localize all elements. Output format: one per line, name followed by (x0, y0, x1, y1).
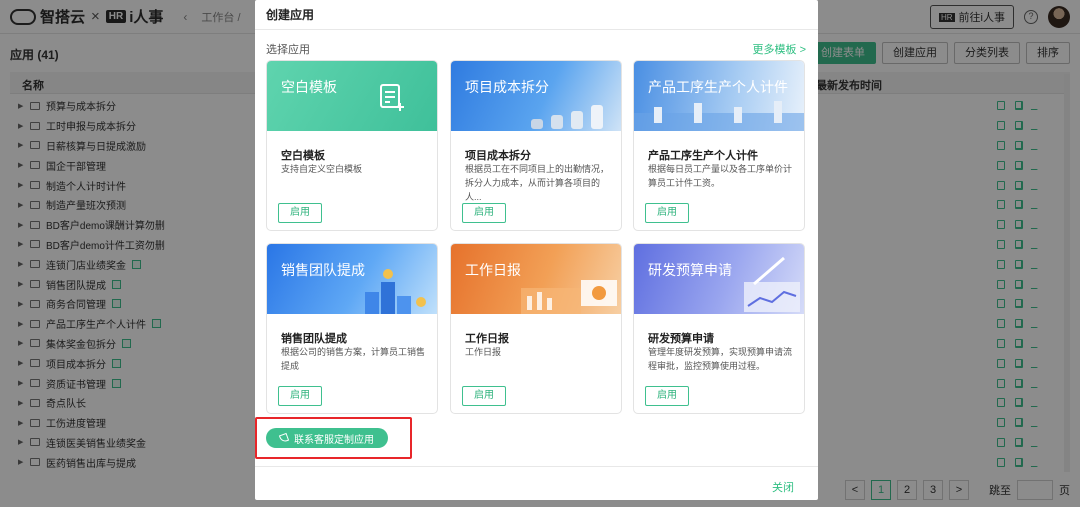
close-button[interactable]: 关闭 (772, 479, 794, 495)
card-description: 根据每日员工产量以及各工序单价计算员工计件工资。 (648, 164, 793, 188)
use-button[interactable]: 启用 (462, 386, 506, 406)
more-templates-link[interactable]: 更多模板 > (753, 41, 806, 57)
use-button[interactable]: 启用 (645, 386, 689, 406)
template-card-rd-budget[interactable]: 研发预算申请 研发预算申请 管理年度研发预算，实现预算申请流程审批，监控预算使用… (633, 243, 805, 414)
card-banner: 项目成本拆分 (451, 61, 621, 131)
card-banner-title: 空白模板 (281, 79, 337, 95)
card-banner-title: 销售团队提成 (281, 262, 365, 278)
dialog-title: 创建应用 (255, 0, 818, 30)
card-name: 空白模板 (281, 150, 325, 162)
card-description: 工作日报 (465, 347, 502, 357)
use-button[interactable]: 启用 (462, 203, 506, 223)
card-name: 研发预算申请 (648, 333, 714, 345)
pen-chart-icon (744, 256, 800, 312)
template-card-blank[interactable]: 空白模板 空白模板 支持自定义空白模板 启用 (266, 60, 438, 231)
card-name: 工作日报 (465, 333, 509, 345)
card-name: 产品工序生产个人计件 (648, 150, 758, 162)
use-button[interactable]: 启用 (278, 203, 322, 223)
section-label: 选择应用 (266, 44, 310, 56)
template-card-project-cost[interactable]: 项目成本拆分 项目成本拆分 根据员工在不同项目上的出勤情况，拆分人力成本，从而计… (450, 60, 622, 231)
card-banner: 产品工序生产个人计件 (634, 61, 804, 131)
card-name: 项目成本拆分 (465, 150, 531, 162)
use-button[interactable]: 启用 (645, 203, 689, 223)
card-description: 根据员工在不同项目上的出勤情况，拆分人力成本，从而计算各项目的人... (465, 164, 610, 202)
card-description: 根据公司的销售方案，计算员工销售提成 (281, 347, 426, 371)
card-banner-title: 研发预算申请 (648, 262, 732, 278)
factory-icon (634, 101, 804, 131)
card-banner-title: 产品工序生产个人计件 (648, 79, 788, 95)
card-name: 销售团队提成 (281, 333, 347, 345)
card-banner: 空白模板 (267, 61, 437, 131)
card-banner: 研发预算申请 (634, 244, 804, 314)
template-card-sales-commission[interactable]: 销售团队提成 销售团队提成 根据公司的销售方案，计算员工销售提成 启用 (266, 243, 438, 414)
template-card-daily-report[interactable]: 工作日报 工作日报 工作日报 启用 (450, 243, 622, 414)
card-description: 管理年度研发预算，实现预算申请流程审批，监控预算使用过程。 (648, 347, 793, 371)
card-banner-title: 项目成本拆分 (465, 79, 549, 95)
card-banner: 工作日报 (451, 244, 621, 314)
highlight-box (255, 417, 412, 459)
report-chart-icon (521, 280, 617, 314)
coins-icon (531, 105, 603, 129)
card-description: 支持自定义空白模板 (281, 164, 363, 174)
podium-icon (365, 269, 426, 314)
document-add-icon (380, 84, 404, 111)
card-banner-title: 工作日报 (465, 262, 521, 278)
card-banner: 销售团队提成 (267, 244, 437, 314)
use-button[interactable]: 启用 (278, 386, 322, 406)
template-card-production-piecework[interactable]: 产品工序生产个人计件 产品工序生产个人计件 根据每日员工产量以及各工序单价计算员… (633, 60, 805, 231)
dialog-footer: 关闭 (255, 466, 818, 500)
